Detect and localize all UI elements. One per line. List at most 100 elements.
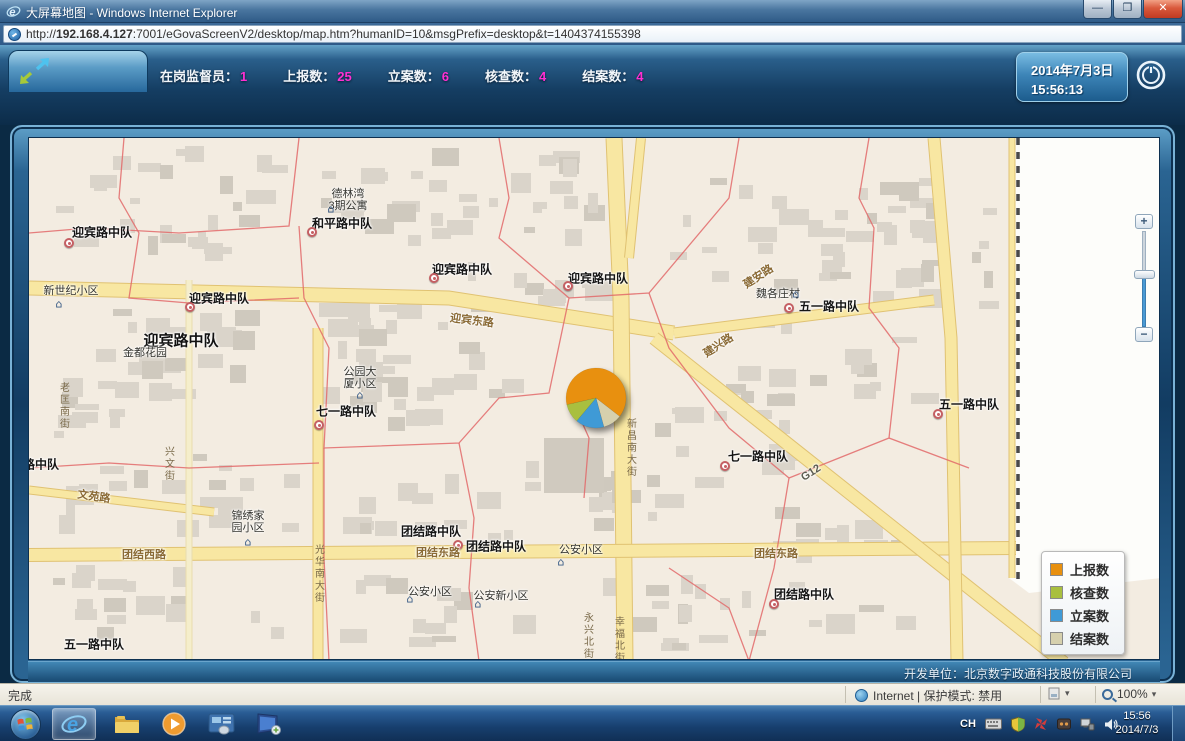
poi-label: 公安小区 [559,544,603,556]
stat-value: 4 [636,69,643,84]
team-label: 路中队 [28,456,59,473]
stat-label: 上报数： [283,69,335,84]
maximize-button[interactable]: ❐ [1113,0,1142,19]
url-input[interactable]: http://192.168.4.127:7001/eGovaScreenV2/… [3,25,1182,43]
taskbar-file-explorer-icon[interactable] [105,708,149,740]
map-viewport[interactable]: 迎宾路中队和平路中队迎宾路中队迎宾路中队迎宾路中队迎宾路中队五一路中队五一路中队… [28,137,1160,660]
legend-label: 结案数 [1070,629,1109,648]
stat-item: 核查数：4 [485,66,546,85]
taskbar-media-player-icon[interactable] [152,708,196,740]
power-button[interactable] [1134,58,1168,92]
close-button[interactable]: ✕ [1143,0,1183,19]
taskbar-internet-explorer-icon[interactable]: e [52,708,96,740]
legend-swatch [1050,563,1063,576]
map-pin-icon[interactable] [185,302,195,312]
screen: e 大屏幕地图 - Windows Internet Explorer — ❐ … [0,0,1185,741]
stat-item: 结案数：4 [582,66,643,85]
map-pin-icon[interactable] [307,227,317,237]
building-poi-icon: ⌂ [407,593,414,606]
legend-item: 结案数 [1050,627,1124,650]
poi-label: 公安小区 [408,586,452,598]
map-pin-icon[interactable] [563,281,573,291]
road-label: 文苑路 [77,486,112,506]
team-label: 五一路中队 [799,298,859,315]
legend-swatch [1050,586,1063,599]
taskbar-network-computer-icon[interactable] [246,708,290,740]
map-pin-icon[interactable] [720,461,730,471]
building-poi-icon: ⌂ [328,203,335,216]
map-pin-icon[interactable] [429,273,439,283]
stat-item: 在岗监督员：1 [160,66,247,85]
stat-item: 立案数：6 [388,66,449,85]
keyboard-icon[interactable] [985,718,1002,730]
zoom-level-text: 100% [1117,687,1148,701]
fullscreen-tab[interactable] [8,50,148,92]
clock-date: 2014/7/3 [1108,723,1166,737]
building-poi-icon: ⌂ [56,298,63,311]
legend-item: 立案数 [1050,604,1124,627]
map-pin-icon[interactable] [314,420,324,430]
svg-text:e: e [9,6,15,18]
zoom-caret-icon: ▾ [1152,689,1157,700]
security-shield-icon[interactable] [1011,717,1025,732]
team-label: 和平路中队 [312,215,372,232]
map-pin-icon[interactable] [64,238,74,248]
stats-bar: 在岗监督员：1 上报数：25 立案数：6 核查数：4 结案数：4 [160,63,643,87]
network-status-icon[interactable] [1080,718,1095,731]
status-bar: 完成 Internet | 保护模式: 禁用 ▾ 100% ▾ [0,683,1185,705]
road-label: 建安路 [740,260,776,291]
compat-view-control[interactable]: ▾ [1048,687,1070,700]
pinwheel-icon[interactable] [1034,717,1048,731]
legend-label: 立案数 [1070,606,1109,625]
team-label: 迎宾路中队 [189,290,249,307]
street-label: 老匡南街 [56,382,71,430]
road-label: 团结东路 [754,545,798,561]
map-pin-icon[interactable] [784,303,794,313]
zoom-handle[interactable] [1134,270,1155,279]
language-indicator[interactable]: CH [960,718,976,730]
url-host: 192.168.4.127 [56,27,133,41]
datetime-box: 2014年7月3日 15:56:13 [1016,52,1128,102]
map-pin-icon[interactable] [933,409,943,419]
team-label: 迎宾路中队 [72,224,132,241]
team-label: 七一路中队 [728,448,788,465]
stat-label: 立案数： [388,69,440,84]
minimize-button[interactable]: — [1083,0,1112,19]
zoom-level-control[interactable]: 100% ▾ [1102,687,1156,701]
url-rest: :7001/eGovaScreenV2/desktop/map.htm?huma… [133,27,641,41]
magnifier-icon [1102,689,1113,700]
stat-value: 1 [240,69,247,84]
system-tray: CH [960,706,1118,741]
zoom-in-button[interactable]: + [1135,214,1153,229]
taskbar-clock[interactable]: 15:56 2014/7/3 [1108,709,1166,737]
poi-label: 金都花园 [123,347,167,359]
header-date: 2014年7月3日 [1031,60,1127,79]
street-label: 幸福北街 [611,616,626,660]
legend-label: 核查数 [1070,583,1109,602]
poi-label: 锦绣家园小区 [232,510,265,534]
zoom-out-button[interactable]: − [1135,327,1153,342]
map-pin-icon[interactable] [769,599,779,609]
stat-label: 结案数： [582,69,634,84]
windows-flag-icon [11,710,40,739]
team-label: 五一路中队 [64,636,124,653]
start-button[interactable] [10,709,41,740]
compat-caret-icon: ▾ [1065,688,1070,699]
header-time: 15:56:13 [1031,82,1127,97]
team-label: 七一路中队 [316,403,376,420]
stat-item: 上报数：25 [283,66,351,85]
road-label: 团结西路 [122,546,166,562]
ie-logo-icon: e [6,4,21,19]
street-label: 光华南大街 [311,544,326,604]
app-dark-icon[interactable] [1057,717,1071,731]
show-desktop-button[interactable] [1172,706,1185,741]
clock-time: 15:56 [1108,709,1166,723]
legend-swatch [1050,632,1063,645]
building-poi-icon: ⌂ [475,598,482,611]
taskbar-remote-settings-icon[interactable] [199,708,243,740]
street-label: 兴文街 [161,446,176,482]
expand-arrows-icon [17,56,51,86]
building-poi-icon: ⌂ [558,556,565,569]
road-label: 团结东路 [416,544,460,560]
team-label: 团结路中队 [401,523,461,540]
